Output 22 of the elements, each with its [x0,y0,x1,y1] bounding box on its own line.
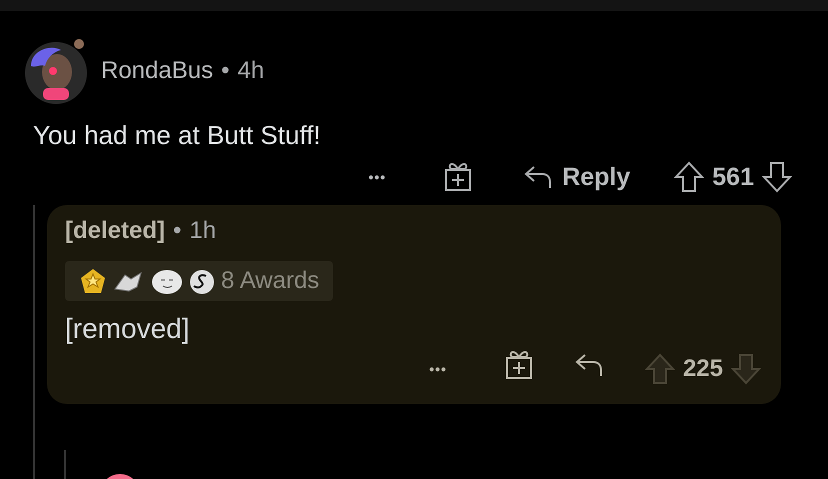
coin-award-icon [189,267,215,295]
separator-dot: • [173,217,182,245]
vote-count: 561 [712,162,754,192]
username[interactable]: RondaBus [101,57,214,85]
awards-bar[interactable]: 8 Awards [65,261,334,301]
awards-count: 8 Awards [221,267,320,295]
more-options-button[interactable]: ••• [423,360,453,378]
reply-button[interactable]: Reply [518,162,636,192]
star-award-icon [79,267,107,295]
downvote-icon[interactable] [762,161,792,193]
reply-icon[interactable] [574,352,605,378]
timestamp: 1h [189,217,216,245]
comment-text: You had me at Butt Stuff! [33,120,322,151]
vote-count: 225 [682,354,723,382]
comment-text: [removed] [65,313,190,345]
seal-award-icon [151,267,183,295]
separator-dot: • [221,57,230,85]
timestamp: 4h [237,57,264,85]
avatar-icon [23,38,89,104]
more-options-button[interactable]: ••• [362,168,392,186]
upvote-icon[interactable] [674,161,704,193]
username[interactable]: [deleted] [65,217,166,245]
